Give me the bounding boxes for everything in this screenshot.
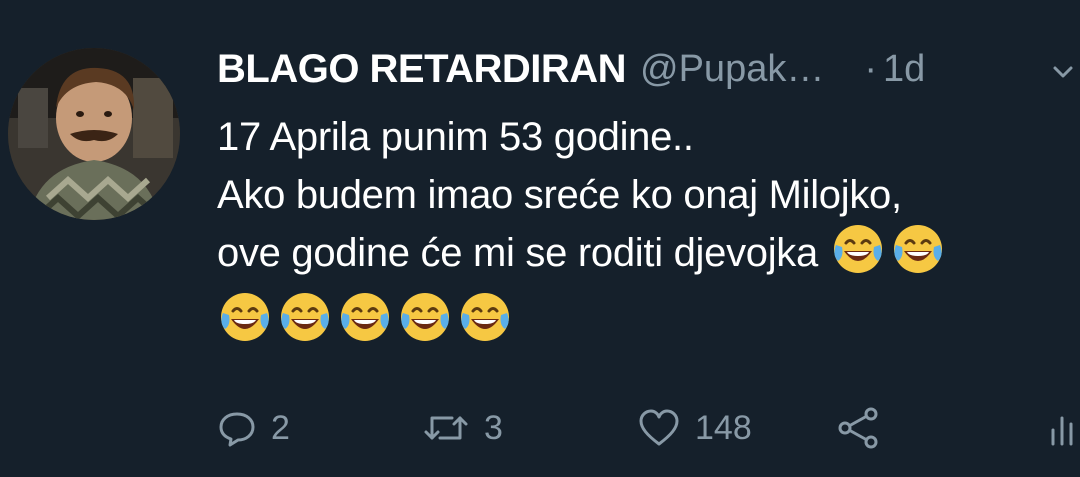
face-with-tears-of-joy-icon	[281, 293, 329, 342]
tweet-text-line: ove godine će mi se roditi djevojka	[217, 224, 1077, 283]
face-with-tears-of-joy-icon	[401, 293, 449, 342]
face-with-tears-of-joy-icon	[833, 225, 882, 274]
retweet-count: 3	[484, 408, 503, 447]
face-with-tears-of-joy-icon	[221, 293, 269, 342]
like-count: 148	[695, 408, 752, 447]
reply-count: 2	[271, 408, 290, 447]
emoji-row	[217, 289, 1077, 345]
analytics-icon	[1051, 416, 1073, 446]
tweet-text-line: 17 Aprila punim 53 godine..	[217, 115, 694, 159]
tweet-card[interactable]: BLAGO RETARDIRAN @Pupak… · 1d 17 Aprila …	[0, 0, 1080, 477]
tweet-header: BLAGO RETARDIRAN @Pupak… · 1d	[217, 44, 925, 94]
face-with-tears-of-joy-icon	[461, 293, 509, 342]
retweet-button[interactable]: 3	[422, 400, 503, 456]
timestamp[interactable]: 1d	[883, 48, 925, 91]
inline-emoji-group	[830, 221, 946, 277]
tweet-text-line: Ako budem imao sreće ko onaj Milojko,	[217, 173, 902, 217]
tweet-text-line-content: ove godine će mi se roditi djevojka	[217, 231, 818, 275]
avatar[interactable]	[8, 48, 180, 220]
share-icon	[838, 407, 878, 449]
reply-icon	[219, 412, 255, 447]
reply-button[interactable]: 2	[217, 400, 290, 456]
avatar-photo	[8, 48, 180, 220]
heart-icon	[639, 409, 679, 446]
tweet-actions: 2 3 148	[217, 400, 1080, 456]
analytics-button[interactable]	[1049, 400, 1079, 456]
display-name[interactable]: BLAGO RETARDIRAN	[217, 47, 627, 92]
face-with-tears-of-joy-icon	[341, 293, 389, 342]
share-button[interactable]	[835, 400, 881, 456]
separator-dot: ·	[864, 47, 877, 90]
face-with-tears-of-joy-icon	[893, 225, 942, 274]
retweet-icon	[424, 416, 468, 440]
chevron-down-icon[interactable]	[1052, 62, 1074, 82]
user-handle[interactable]: @Pupak…	[640, 48, 824, 91]
tweet-text: 17 Aprila punim 53 godine.. Ako budem im…	[217, 108, 1077, 345]
like-button[interactable]: 148	[637, 400, 752, 456]
